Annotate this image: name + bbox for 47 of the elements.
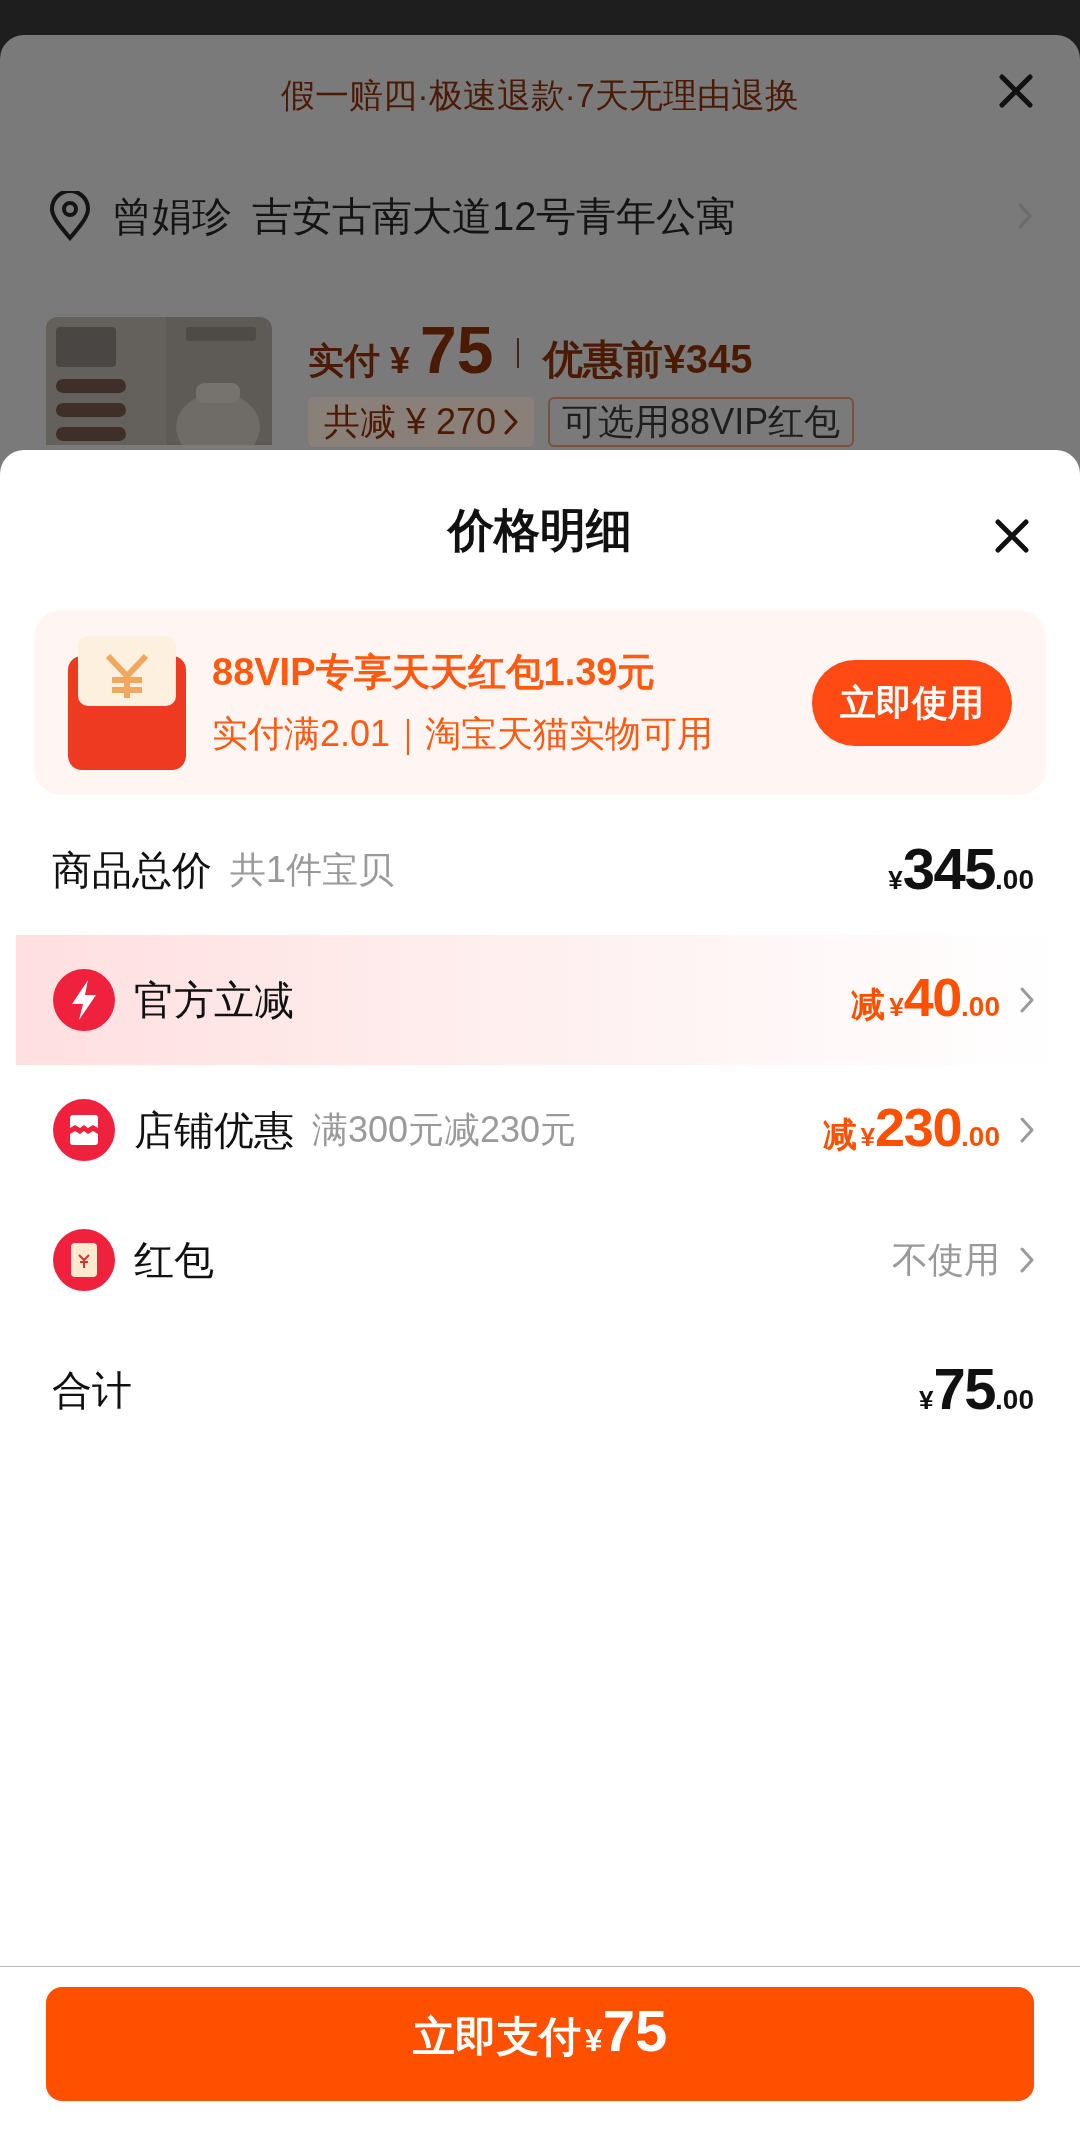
price-decimal: .00 (995, 1383, 1034, 1417)
row-label: 合计 (52, 1367, 132, 1414)
pay-now-button[interactable]: 立即支付¥75 (46, 1987, 1034, 2101)
price-decimal: .00 (961, 990, 1000, 1024)
row-label: 商品总价 (52, 847, 212, 894)
row-label: 官方立减 (134, 977, 294, 1024)
original-price: 优惠前¥345 (543, 336, 753, 383)
price-integer: 230 (875, 1100, 962, 1154)
lightning-icon (52, 968, 116, 1032)
reduction-text: 共减 ¥ 270 (324, 400, 497, 444)
row-note: 满300元减230元 (312, 1108, 577, 1152)
row-label: 红包 (134, 1237, 214, 1284)
paid-label: 实付 (308, 339, 380, 383)
chevron-icon (1020, 987, 1034, 1013)
chevron-icon (1020, 1117, 1034, 1143)
shop-icon (52, 1098, 116, 1162)
sheet-title: 价格明细 (448, 502, 632, 558)
envelope-icon (68, 635, 186, 770)
currency-symbol: ¥ (918, 1384, 934, 1417)
row-value: 不使用 (892, 1238, 1000, 1282)
price-decimal: .00 (961, 1121, 1000, 1154)
location-icon (48, 191, 92, 241)
price-decimal: .00 (995, 863, 1034, 897)
address-text: 吉安古南大道12号青年公寓 (252, 193, 738, 240)
close-icon[interactable] (994, 518, 1030, 554)
envelope-icon (52, 1228, 116, 1292)
price-integer: 345 (902, 839, 996, 898)
price-integer: 75 (933, 1359, 996, 1418)
promo-title: 88VIP专享天天红包1.39元 (212, 650, 657, 695)
reduction-tag[interactable]: 共减 ¥ 270 (308, 397, 535, 447)
paid-amount: 75 (420, 317, 494, 383)
currency-symbol: ¥ (390, 339, 411, 383)
currency-symbol: ¥ (889, 992, 904, 1024)
chevron-icon (504, 409, 519, 435)
row-note: 共1件宝贝 (230, 848, 395, 892)
row-label: 店铺优惠 (134, 1107, 294, 1154)
guarantee-text: 假一赔四·极速退款·7天无理由退换 (281, 74, 799, 116)
minus-label: 减 (851, 984, 886, 1025)
currency-symbol: ¥ (860, 1122, 875, 1154)
use-now-button[interactable]: 立即使用 (812, 659, 1012, 746)
chevron-icon (1020, 1247, 1034, 1273)
promo-subtitle: 实付满2.01｜淘宝天猫实物可用 (212, 712, 715, 757)
minus-label: 减 (822, 1114, 857, 1155)
currency-symbol: ¥ (888, 864, 903, 897)
vip-tag: 可选用88VIP红包 (548, 397, 855, 447)
price-integer: 40 (903, 970, 962, 1024)
recipient-name: 曾娟珍 (112, 193, 232, 240)
